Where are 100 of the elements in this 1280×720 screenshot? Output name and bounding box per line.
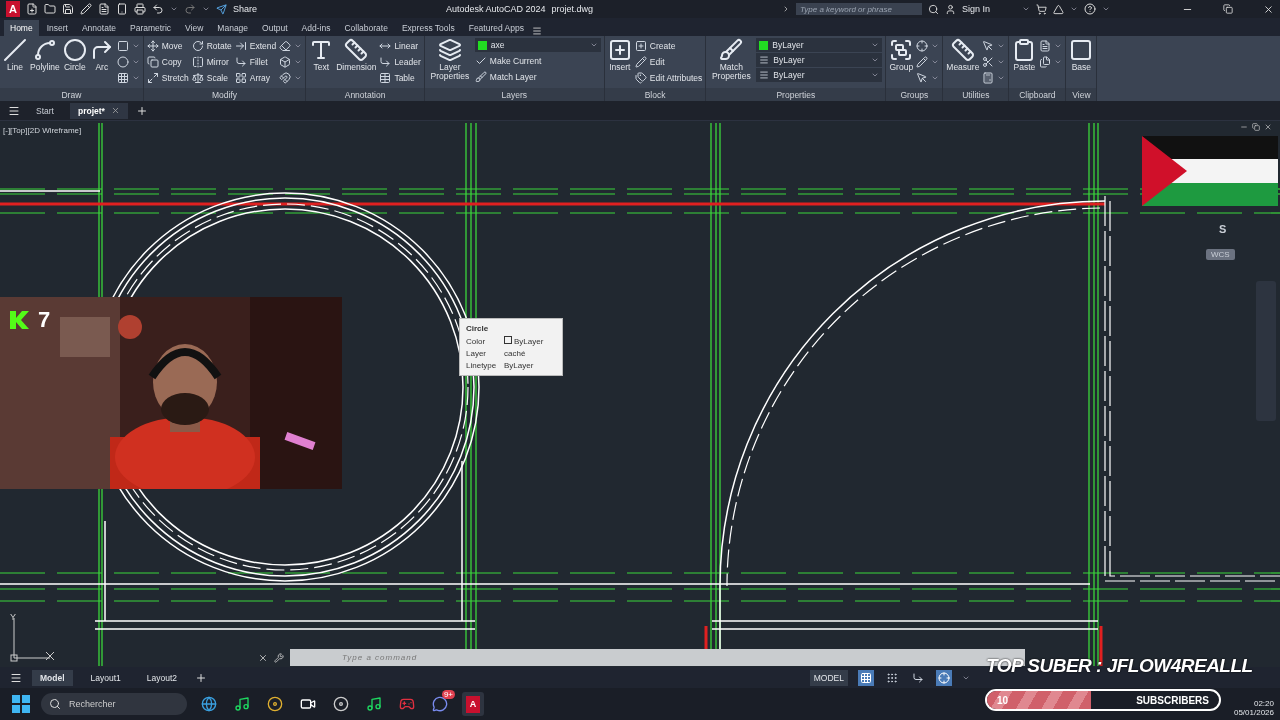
ribbon-tool-button[interactable]: Leader <box>379 54 421 69</box>
wrench-icon[interactable] <box>274 652 284 663</box>
close-icon[interactable] <box>1264 123 1272 131</box>
ribbon-tab[interactable]: Manage <box>211 20 255 36</box>
caret-icon[interactable] <box>202 5 210 13</box>
panel-title[interactable]: Groups <box>886 88 943 101</box>
ribbon-tool-button[interactable]: Edit <box>634 54 703 69</box>
taskbar-search[interactable]: Rechercher <box>41 693 187 715</box>
panel-title[interactable]: Layers <box>424 88 604 101</box>
ribbon-button[interactable]: Arc <box>89 38 114 88</box>
ribbon-tool-button[interactable]: Array <box>234 70 277 85</box>
ribbon-tool-button[interactable]: Mirror <box>191 54 232 69</box>
redo-icon[interactable] <box>184 3 196 15</box>
panel-title[interactable]: Clipboard <box>1009 88 1066 101</box>
ribbon-button[interactable]: Match Properties <box>709 38 754 88</box>
ribbon-tab[interactable]: Featured Apps <box>462 20 530 36</box>
menu-icon[interactable] <box>8 104 20 117</box>
property-dropdown[interactable]: axe <box>474 38 601 52</box>
sign-in-link[interactable]: Sign In <box>962 4 990 14</box>
ribbon-button[interactable]: Group <box>889 38 914 88</box>
triangle-icon[interactable] <box>1053 3 1064 15</box>
ribbon-button[interactable]: Dimension <box>336 38 377 88</box>
close-icon[interactable] <box>258 652 268 663</box>
undo-icon[interactable] <box>152 3 164 15</box>
close-icon[interactable] <box>1263 3 1274 15</box>
layout-tab[interactable]: Model <box>32 669 73 686</box>
ribbon-tab[interactable]: Collaborate <box>338 20 394 36</box>
expand-icon[interactable] <box>782 5 790 13</box>
file-tab[interactable]: Start <box>28 102 62 119</box>
ribbon-button[interactable]: Insert <box>607 38 632 88</box>
panel-title[interactable]: Block <box>604 88 706 101</box>
help-icon[interactable] <box>1084 3 1096 15</box>
windows-start-icon[interactable] <box>12 695 30 713</box>
menu-icon[interactable] <box>10 671 22 684</box>
new-tab-icon[interactable] <box>135 104 148 117</box>
model-space-button[interactable]: MODEL <box>809 669 848 686</box>
document-icon[interactable] <box>98 3 110 15</box>
ribbon-button[interactable]: Text <box>309 38 334 88</box>
ribbon-tool-button[interactable]: Table <box>379 70 421 85</box>
compass-direction[interactable]: S <box>1219 223 1227 235</box>
ribbon-tool-button[interactable]: Rotate <box>191 38 232 53</box>
panel-title[interactable]: Modify <box>143 88 306 101</box>
ribbon-tab[interactable]: View <box>179 20 210 36</box>
caret-icon[interactable] <box>1070 5 1078 13</box>
layout-tab[interactable]: Layout2 <box>138 669 186 686</box>
folder-icon[interactable] <box>44 3 56 15</box>
panel-title[interactable]: Utilities <box>943 88 1009 101</box>
cart-icon[interactable] <box>1036 3 1047 15</box>
viewport-label[interactable]: [-][Top][2D Wireframe] <box>3 126 82 135</box>
ribbon-tool-button[interactable]: Stretch <box>146 70 189 85</box>
ribbon-tab[interactable]: Output <box>256 20 294 36</box>
ribbon-button[interactable]: Base <box>1069 38 1094 88</box>
ribbon-tool-button[interactable]: Make Current <box>474 53 601 68</box>
ribbon-tab[interactable]: Insert <box>40 20 74 36</box>
ribbon-tool-button[interactable]: Move <box>146 38 189 53</box>
file-tab[interactable]: projet* <box>69 102 128 119</box>
restore-icon[interactable] <box>1223 4 1233 14</box>
search-field[interactable]: Type a keyword or phrase <box>796 3 922 15</box>
ribbon-tool-button[interactable]: Edit Attributes <box>634 70 703 85</box>
ribbon-tool-button[interactable]: Copy <box>146 54 189 69</box>
panel-title[interactable]: Draw <box>0 88 143 101</box>
save-icon[interactable] <box>62 3 74 15</box>
panel-title[interactable]: Properties <box>706 88 886 101</box>
ribbon-tool-button[interactable]: Linear <box>379 38 421 53</box>
ribbon-tool-button[interactable]: Match Layer <box>474 69 601 84</box>
panel-title[interactable]: View <box>1066 88 1097 101</box>
ribbon-tab[interactable]: Express Tools <box>395 20 461 36</box>
ribbon-tool-button[interactable]: Extend <box>234 38 277 53</box>
ribbon-button[interactable]: Polyline <box>30 38 60 88</box>
ribbon-tool-button[interactable]: Scale <box>191 70 232 85</box>
ribbon-button[interactable]: Measure <box>946 38 980 88</box>
layout-tab[interactable]: Layout1 <box>82 669 129 686</box>
print-icon[interactable] <box>134 3 146 15</box>
app-logo[interactable]: A <box>6 1 20 17</box>
ribbon-tab[interactable]: Annotate <box>75 20 122 36</box>
ribbon-button[interactable]: Circle <box>62 38 87 88</box>
ribbon-tool-button[interactable]: Create <box>634 38 703 53</box>
caret-icon[interactable] <box>170 5 178 13</box>
ribbon-button[interactable]: Layer Properties <box>427 38 472 88</box>
ribbon-tool-button[interactable]: Fillet <box>234 54 277 69</box>
new-layout-icon[interactable] <box>195 671 208 684</box>
status-toggle[interactable] <box>936 669 952 686</box>
property-dropdown[interactable]: ByLayer <box>756 53 883 67</box>
restore-icon[interactable] <box>1252 123 1260 131</box>
new-file-icon[interactable] <box>26 3 38 15</box>
ribbon-tab[interactable]: Home <box>4 20 39 36</box>
phone-icon[interactable] <box>116 3 128 15</box>
caret-icon[interactable] <box>589 41 598 49</box>
ribbon-button[interactable]: Paste <box>1012 38 1037 88</box>
property-dropdown[interactable]: ByLayer <box>756 38 883 52</box>
share-link[interactable]: Share <box>233 4 258 14</box>
caret-icon[interactable] <box>1102 5 1110 13</box>
property-dropdown[interactable]: ByLayer <box>756 68 883 82</box>
ribbon-button[interactable]: Line <box>3 38 27 88</box>
caret-icon[interactable] <box>1022 5 1030 13</box>
panel-title[interactable]: Annotation <box>306 88 424 101</box>
panel-toggle-icon[interactable] <box>532 26 542 36</box>
ribbon-tab[interactable]: Add-ins <box>295 20 337 36</box>
status-toggle[interactable] <box>858 669 874 686</box>
search-icon[interactable] <box>928 3 939 15</box>
